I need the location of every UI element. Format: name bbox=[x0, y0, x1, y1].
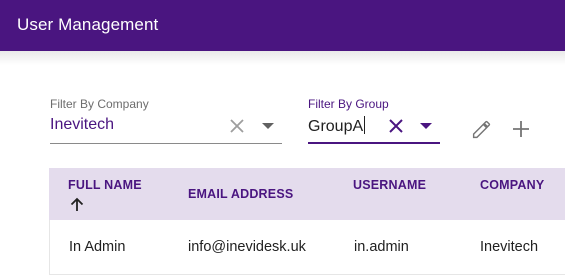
column-header-full-name[interactable]: FULL NAME bbox=[68, 178, 142, 192]
company-filter-value[interactable]: Inevitech bbox=[50, 116, 114, 134]
clear-company-icon[interactable] bbox=[229, 118, 245, 134]
company-filter-label: Filter By Company bbox=[50, 97, 149, 111]
company-dropdown-icon[interactable] bbox=[262, 123, 274, 129]
column-header-company[interactable]: COMPANY bbox=[480, 178, 544, 192]
table-header: FULL NAME EMAIL ADDRESS USERNAME COMPANY bbox=[49, 168, 565, 220]
group-dropdown-icon[interactable] bbox=[420, 123, 432, 129]
sort-ascending-icon[interactable] bbox=[70, 197, 84, 212]
group-filter-label: Filter By Group bbox=[308, 97, 389, 111]
column-header-username[interactable]: USERNAME bbox=[353, 178, 426, 192]
group-filter-value: GroupA bbox=[308, 118, 364, 135]
company-filter-underline bbox=[50, 143, 282, 144]
page-title: User Management bbox=[17, 15, 159, 34]
column-header-email[interactable]: EMAIL ADDRESS bbox=[188, 187, 293, 201]
company-filter[interactable]: Filter By Company Inevitech bbox=[50, 97, 282, 145]
cell-username: in.admin bbox=[354, 239, 409, 255]
group-filter[interactable]: Filter By Group GroupA bbox=[308, 97, 440, 145]
text-cursor bbox=[364, 116, 366, 134]
cell-company: Inevitech bbox=[480, 239, 539, 255]
app-bar-shadow bbox=[0, 51, 565, 65]
group-filter-input[interactable]: GroupA bbox=[308, 116, 366, 136]
group-filter-underline bbox=[308, 142, 440, 144]
clear-group-icon[interactable] bbox=[388, 118, 404, 134]
app-bar: User Management bbox=[0, 0, 565, 51]
cell-full-name: In Admin bbox=[69, 239, 126, 255]
pencil-icon[interactable] bbox=[471, 119, 492, 140]
table-row[interactable]: In Admin info@inevidesk.uk in.admin Inev… bbox=[49, 220, 565, 275]
column-header-full-name-label: FULL NAME bbox=[68, 178, 142, 192]
plus-icon[interactable] bbox=[512, 120, 530, 138]
cell-email: info@inevidesk.uk bbox=[188, 239, 306, 255]
